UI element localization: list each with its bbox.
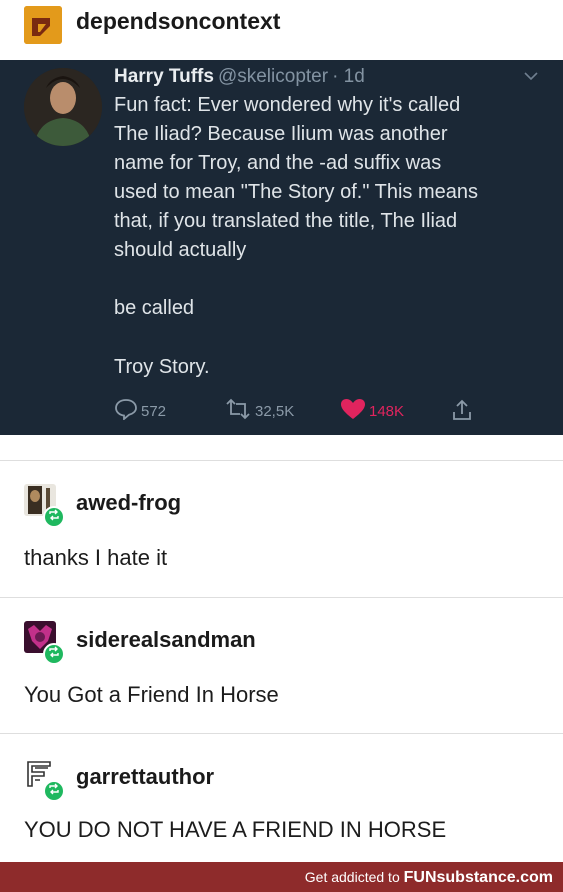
share-button[interactable] <box>450 398 477 426</box>
watermark-brand[interactable]: FUNsubstance.com <box>404 869 553 886</box>
tweet-author-avatar[interactable] <box>24 68 102 146</box>
reblogger-username[interactable]: garrettauthor <box>76 764 214 790</box>
reblog-text: thanks I hate it <box>24 545 168 570</box>
tweet-time: · 1d <box>332 66 365 87</box>
tweet-text-line: be called <box>114 297 195 319</box>
blog-avatar[interactable] <box>24 6 62 44</box>
chevron-down-icon[interactable] <box>524 68 538 86</box>
tweet-author-line: Harry Tuffs @skelicopter · 1d <box>114 66 365 88</box>
reply-button[interactable]: 572 <box>114 398 166 424</box>
reblog-icon <box>48 508 60 526</box>
reblogger-username[interactable]: awed-frog <box>76 490 181 516</box>
reply-count: 572 <box>141 402 167 420</box>
tweet-text-line: that, if you translated the title, The I… <box>114 210 458 232</box>
tweet-text-line: used to mean "The Story of." This means <box>114 181 479 203</box>
tweet-text-line: name for Troy, and the -ad suffix was <box>114 152 442 174</box>
tweet-handle[interactable]: @skelicopter <box>218 66 328 87</box>
tweet-author-name[interactable]: Harry Tuffs <box>114 66 214 87</box>
speech-bubble-icon <box>114 398 141 424</box>
divider <box>0 460 563 461</box>
post-header: dependsoncontext <box>0 0 563 52</box>
watermark-footer: Get addicted to FUNsubstance.com <box>0 862 563 892</box>
retweet-button[interactable]: 32,5K <box>224 398 294 424</box>
watermark-tagline: Get addicted to <box>304 869 400 885</box>
share-icon <box>450 398 477 426</box>
reblogger-username[interactable]: siderealsandman <box>76 627 256 653</box>
heart-icon <box>340 398 369 424</box>
retweet-icon <box>224 398 255 424</box>
tweet-text-line: should actually <box>114 239 247 261</box>
like-button[interactable]: 148K <box>340 398 404 424</box>
tweet-card: Harry Tuffs @skelicopter · 1d Fun fact: Ev… <box>0 60 563 435</box>
reblog-text: You Got a Friend In Horse <box>24 682 279 707</box>
tweet-text-line: Fun fact: Ever wondered why it's called <box>114 94 461 116</box>
tweet-text-line: The Iliad? Because Ilium was another <box>114 123 448 145</box>
reblog-badge <box>43 780 65 802</box>
tweet-text-line: Troy Story. <box>114 356 210 378</box>
reblog-badge <box>43 643 65 665</box>
divider <box>0 733 563 734</box>
divider <box>0 597 563 598</box>
watermark-tagline-line: Get addicted to FUNsubstance.com <box>305 869 553 887</box>
reblog-text: YOU DO NOT HAVE A FRIEND IN HORSE <box>24 817 447 842</box>
reblog-icon <box>48 645 60 663</box>
reblog-icon <box>48 782 60 800</box>
like-count: 148K <box>369 402 405 420</box>
reblog-badge <box>43 506 65 528</box>
blog-name[interactable]: dependsoncontext <box>76 8 280 35</box>
retweet-count: 32,5K <box>255 402 295 420</box>
